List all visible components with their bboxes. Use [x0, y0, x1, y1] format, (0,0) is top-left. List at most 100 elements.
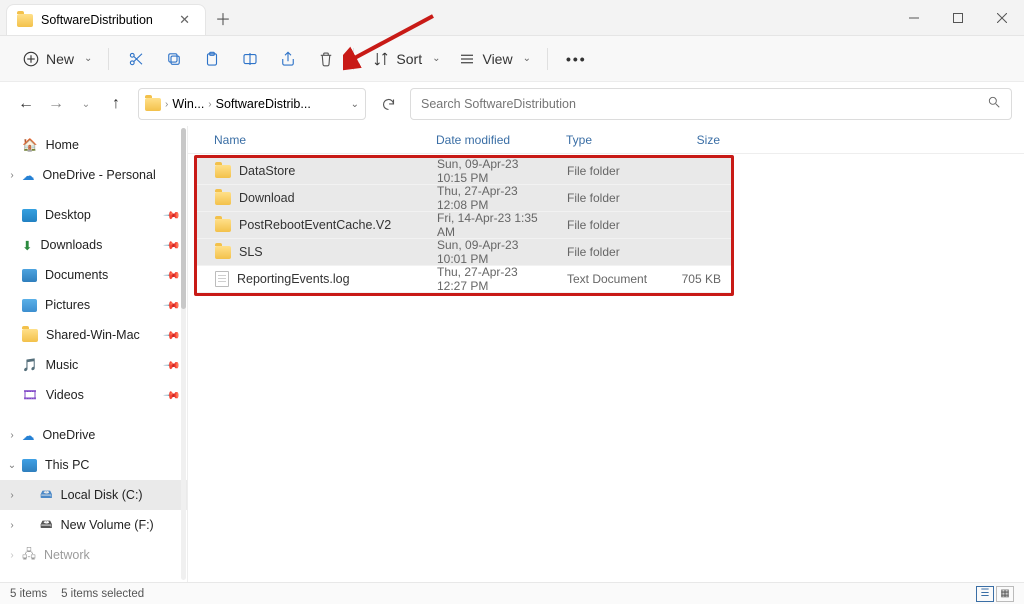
chevron-down-icon[interactable]: ⌄	[6, 460, 18, 471]
sidebar-item-downloads[interactable]: ⬇ Downloads 📌	[0, 230, 187, 260]
sidebar-item-network[interactable]: › 🖧 Network	[0, 540, 187, 570]
sidebar-item-home[interactable]: 🏠 Home	[0, 130, 187, 160]
tab-title: SoftwareDistribution	[41, 13, 153, 27]
close-window-button[interactable]	[980, 0, 1024, 35]
chevron-down-icon: ⌄	[84, 53, 92, 64]
maximize-button[interactable]	[936, 0, 980, 35]
address-row: ← → ⌄ ↑ › Win... › SoftwareDistrib... ⌄	[0, 82, 1024, 126]
sort-label: Sort	[396, 51, 422, 67]
sidebar-item-videos[interactable]: 🎞 Videos 📌	[0, 380, 187, 410]
minimize-button[interactable]	[892, 0, 936, 35]
search-input[interactable]	[421, 97, 987, 111]
sort-button[interactable]: Sort ⌄	[364, 43, 446, 75]
refresh-button[interactable]	[374, 90, 402, 118]
cut-button[interactable]	[119, 43, 153, 75]
sidebar-item-shared[interactable]: Shared-Win-Mac 📌	[0, 320, 187, 350]
sidebar-item-onedrive-personal[interactable]: › ☁ OneDrive - Personal	[0, 160, 187, 190]
col-header-date[interactable]: Date modified	[428, 133, 558, 147]
share-button[interactable]	[271, 43, 305, 75]
sidebar-item-local-disk-c[interactable]: › 🖴 Local Disk (C:)	[0, 480, 187, 510]
cell-type: Text Document	[559, 272, 665, 286]
table-row[interactable]: DownloadThu, 27-Apr-23 12:08 PMFile fold…	[197, 185, 731, 212]
breadcrumb-seg[interactable]: Win...	[172, 97, 204, 111]
view-button[interactable]: View ⌄	[450, 43, 536, 75]
pin-icon: 📌	[163, 356, 182, 375]
copy-button[interactable]	[157, 43, 191, 75]
videos-icon: 🎞	[22, 388, 38, 403]
documents-icon	[22, 269, 37, 282]
folder-icon	[17, 14, 33, 27]
sidebar-item-label: OneDrive	[43, 428, 96, 442]
cell-date: Thu, 27-Apr-23 12:27 PM	[429, 265, 559, 293]
sidebar-item-desktop[interactable]: Desktop 📌	[0, 200, 187, 230]
col-header-size[interactable]: Size	[664, 133, 728, 147]
window-tab[interactable]: SoftwareDistribution ✕	[6, 4, 206, 35]
folder-icon	[145, 98, 161, 111]
up-button[interactable]: ↑	[102, 90, 130, 118]
sidebar-item-this-pc[interactable]: ⌄ This PC	[0, 450, 187, 480]
sidebar-item-label: Desktop	[45, 208, 91, 222]
separator	[108, 48, 109, 70]
paste-button[interactable]	[195, 43, 229, 75]
view-list-icon	[458, 50, 476, 68]
folder-icon	[215, 219, 231, 232]
cloud-icon: ☁	[22, 168, 35, 183]
tab-close-button[interactable]: ✕	[174, 10, 195, 30]
sidebar-item-label: Music	[46, 358, 79, 372]
search-box[interactable]	[410, 88, 1012, 120]
sidebar-scrollbar[interactable]	[181, 128, 186, 580]
grid-view-button[interactable]: ▦	[996, 586, 1014, 602]
recent-button[interactable]: ⌄	[72, 90, 100, 118]
sidebar-item-onedrive[interactable]: › ☁ OneDrive	[0, 420, 187, 450]
chevron-down-icon[interactable]: ⌄	[345, 99, 359, 110]
trash-icon	[317, 50, 335, 68]
cell-name: ReportingEvents.log	[207, 271, 429, 287]
breadcrumb[interactable]: › Win... › SoftwareDistrib... ⌄	[138, 88, 366, 120]
home-icon: 🏠	[22, 138, 38, 153]
sidebar-item-music[interactable]: 🎵 Music 📌	[0, 350, 187, 380]
pin-icon: 📌	[163, 236, 182, 255]
chevron-right-icon[interactable]: ›	[6, 430, 18, 441]
pin-icon: 📌	[163, 386, 182, 405]
chevron-right-icon[interactable]: ›	[6, 520, 18, 531]
col-header-type[interactable]: Type	[558, 133, 664, 147]
table-row[interactable]: SLSSun, 09-Apr-23 10:01 PMFile folder	[197, 239, 731, 266]
desktop-icon	[22, 209, 37, 222]
nav-arrows: ← → ⌄ ↑	[12, 90, 130, 118]
scrollbar-thumb[interactable]	[181, 128, 186, 309]
cloud-icon: ☁	[22, 428, 35, 443]
table-row[interactable]: PostRebootEventCache.V2Fri, 14-Apr-23 1:…	[197, 212, 731, 239]
cell-date: Fri, 14-Apr-23 1:35 AM	[429, 211, 559, 239]
sidebar-item-label: OneDrive - Personal	[43, 168, 156, 182]
chevron-right-icon[interactable]: ›	[6, 550, 18, 561]
table-row[interactable]: DataStoreSun, 09-Apr-23 10:15 PMFile fol…	[197, 158, 731, 185]
pin-icon: 📌	[163, 326, 182, 345]
cell-size: 705 KB	[665, 272, 729, 286]
details-view-button[interactable]: ☰	[976, 586, 994, 602]
chevron-right-icon[interactable]: ›	[6, 490, 18, 501]
back-button[interactable]: ←	[12, 90, 40, 118]
status-selected: 5 items selected	[61, 588, 144, 600]
sidebar-item-new-volume-f[interactable]: › 🖴 New Volume (F:)	[0, 510, 187, 540]
rename-button[interactable]	[233, 43, 267, 75]
breadcrumb-seg[interactable]: SoftwareDistrib...	[216, 97, 311, 111]
status-item-count: 5 items	[10, 588, 47, 600]
cell-name: PostRebootEventCache.V2	[207, 218, 429, 232]
pin-icon: 📌	[163, 296, 182, 315]
new-button[interactable]: New ⌄	[14, 43, 98, 75]
cell-type: File folder	[559, 245, 665, 259]
new-label: New	[46, 51, 74, 67]
more-button[interactable]: •••	[558, 43, 595, 75]
forward-button[interactable]: →	[42, 90, 70, 118]
table-row[interactable]: ReportingEvents.logThu, 27-Apr-23 12:27 …	[197, 266, 731, 293]
sidebar-item-documents[interactable]: Documents 📌	[0, 260, 187, 290]
delete-button[interactable]	[309, 43, 343, 75]
file-icon	[215, 271, 229, 287]
col-header-name[interactable]: Name	[206, 133, 428, 147]
new-tab-button[interactable]: ＋	[206, 0, 240, 35]
search-icon[interactable]	[987, 95, 1001, 114]
chevron-right-icon[interactable]: ›	[6, 170, 18, 181]
network-icon: 🖧	[22, 545, 36, 566]
sidebar-item-pictures[interactable]: Pictures 📌	[0, 290, 187, 320]
drive-icon: 🖴	[40, 515, 53, 536]
